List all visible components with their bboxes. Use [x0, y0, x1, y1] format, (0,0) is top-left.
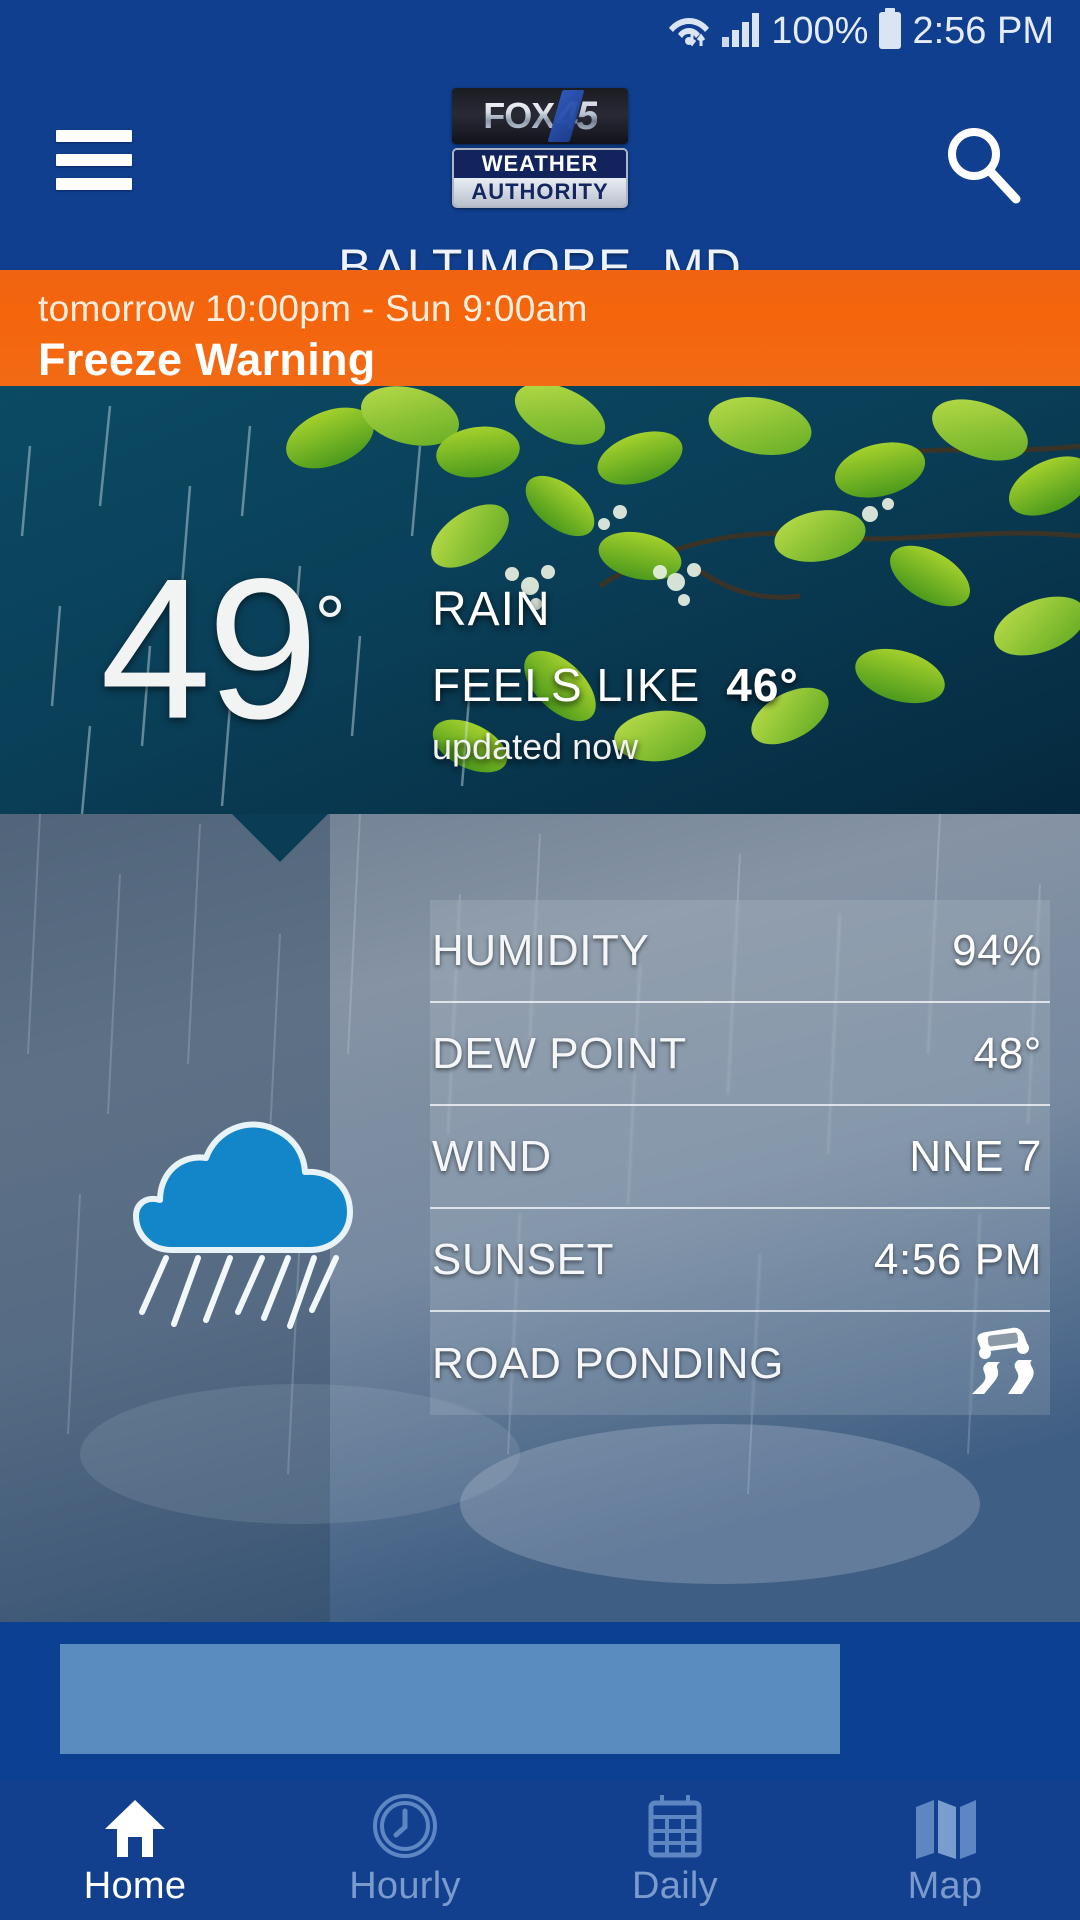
logo-authority-line: AUTHORITY	[454, 178, 626, 206]
cellular-signal-icon	[720, 9, 762, 54]
feels-like-label: FEELS LIKE	[432, 659, 701, 711]
current-details-panel: HUMIDITY 94% DEW POINT 48° WIND NNE 7 SU…	[0, 814, 1080, 1622]
status-time: 2:56 PM	[912, 9, 1054, 52]
bottom-navigation-bar: Home Hourly Daily Map	[0, 1780, 1080, 1920]
fox45-logo: FOX 45	[452, 88, 628, 144]
nav-label: Map	[907, 1864, 983, 1907]
weather-authority-badge: WEATHER AUTHORITY	[452, 148, 628, 208]
detail-label: WIND	[432, 1131, 552, 1181]
table-row[interactable]: WIND NNE 7	[430, 1106, 1050, 1209]
nav-item-hourly[interactable]: Hourly	[270, 1780, 540, 1920]
current-conditions-hero: 49° RAIN FEELS LIKE 46° updated now	[0, 386, 1080, 814]
table-row[interactable]: SUNSET 4:56 PM	[430, 1209, 1050, 1312]
nav-item-home[interactable]: Home	[0, 1780, 270, 1920]
current-temperature: 49°	[100, 538, 346, 749]
nav-label: Daily	[632, 1864, 718, 1907]
weather-details-list: HUMIDITY 94% DEW POINT 48° WIND NNE 7 SU…	[430, 900, 1050, 1415]
table-row[interactable]: DEW POINT 48°	[430, 1003, 1050, 1106]
nav-label: Hourly	[349, 1864, 461, 1907]
weather-alert-banner[interactable]: tomorrow 10:00pm - Sun 9:00am Freeze War…	[0, 270, 1080, 386]
ad-placeholder[interactable]	[60, 1644, 840, 1754]
map-icon	[912, 1793, 978, 1859]
detail-value: 94%	[952, 925, 1042, 975]
advertisement-zone[interactable]	[0, 1622, 1080, 1780]
updated-timestamp: updated now	[432, 726, 639, 767]
alert-title: Freeze Warning	[38, 334, 376, 385]
nav-item-map[interactable]: Map	[810, 1780, 1080, 1920]
table-row[interactable]: ROAD PONDING	[430, 1312, 1050, 1415]
feels-like-value: 46°	[726, 659, 799, 711]
degree-symbol: °	[314, 579, 346, 667]
detail-value: 48°	[973, 1028, 1042, 1078]
panel-notch	[232, 814, 328, 862]
temperature-value: 49	[100, 537, 318, 761]
detail-label: ROAD PONDING	[432, 1338, 784, 1388]
search-icon[interactable]	[938, 120, 1028, 210]
wifi-icon	[667, 9, 711, 54]
logo-network: FOX	[483, 95, 555, 136]
detail-label: SUNSET	[432, 1234, 615, 1284]
battery-full-icon	[877, 7, 903, 55]
table-row[interactable]: HUMIDITY 94%	[430, 900, 1050, 1003]
hamburger-menu-icon[interactable]	[56, 130, 132, 190]
logo-weather-line: WEATHER	[454, 150, 626, 178]
hamburger-bar	[56, 178, 132, 190]
current-condition: RAIN	[432, 583, 551, 636]
slippery-road-icon	[958, 1316, 1042, 1411]
detail-value: NNE 7	[909, 1131, 1042, 1181]
hamburger-bar	[56, 154, 132, 166]
feels-like-block: FEELS LIKE 46°	[432, 658, 799, 712]
nav-label: Home	[83, 1864, 187, 1907]
app-header: FOX 45 WEATHER AUTHORITY BALTIMORE, MD	[0, 62, 1080, 295]
fox45-weather-authority-logo: FOX 45 WEATHER AUTHORITY	[452, 88, 628, 208]
detail-label: HUMIDITY	[432, 925, 650, 975]
alert-timeframe: tomorrow 10:00pm - Sun 9:00am	[38, 288, 588, 329]
nav-item-daily[interactable]: Daily	[540, 1780, 810, 1920]
calendar-icon	[642, 1793, 708, 1859]
detail-value: 4:56 PM	[873, 1234, 1042, 1284]
home-icon	[102, 1793, 168, 1859]
detail-label: DEW POINT	[432, 1028, 687, 1078]
battery-percent: 100%	[771, 9, 869, 52]
status-bar: 100% 2:56 PM	[0, 0, 1080, 62]
rain-cloud-icon	[88, 1072, 378, 1362]
hamburger-bar	[56, 130, 132, 142]
clock-icon	[372, 1793, 438, 1859]
